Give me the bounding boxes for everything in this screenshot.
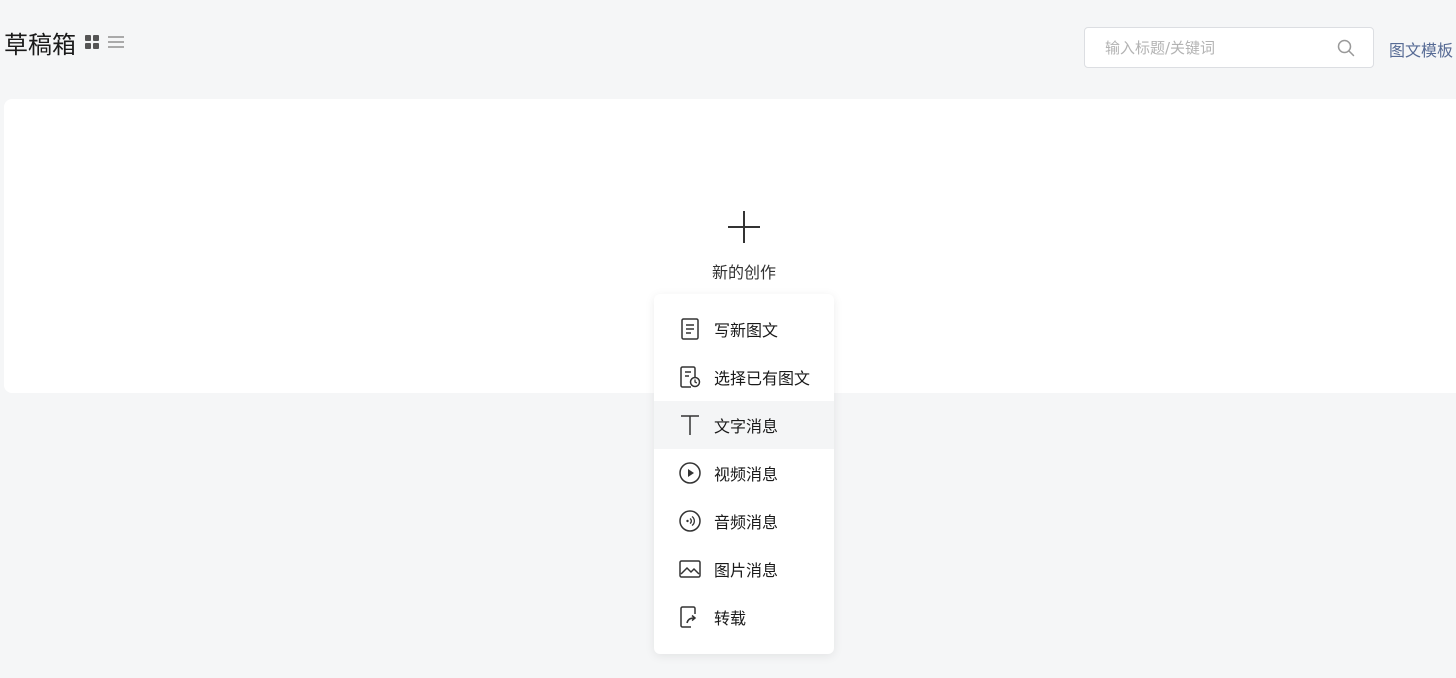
view-toggle — [84, 34, 124, 50]
create-dropdown-menu: 写新图文 选择已有图文 文字消息 视频消息 音频消息 图片消息 转载 — [654, 294, 834, 654]
menu-label: 文字消息 — [714, 417, 779, 436]
menu-label: 图片消息 — [714, 561, 779, 580]
play-circle-icon — [679, 461, 701, 485]
menu-item-new-article[interactable]: 写新图文 — [654, 305, 834, 353]
menu-label: 转载 — [714, 609, 747, 628]
menu-label: 写新图文 — [714, 321, 779, 340]
audio-circle-icon — [679, 509, 701, 533]
search-icon[interactable] — [1337, 39, 1355, 57]
title-bar: 草稿箱 — [4, 24, 124, 60]
plus-icon — [728, 211, 760, 243]
image-icon — [679, 557, 701, 581]
menu-item-video-message[interactable]: 视频消息 — [654, 449, 834, 497]
menu-label: 视频消息 — [714, 465, 779, 484]
menu-item-repost[interactable]: 转载 — [654, 593, 834, 641]
share-icon — [679, 605, 701, 629]
search-box — [1084, 27, 1374, 68]
template-link[interactable]: 图文模板 — [1389, 37, 1453, 61]
search-input[interactable] — [1103, 37, 1327, 58]
document-icon — [679, 317, 701, 341]
list-view-icon[interactable] — [108, 34, 124, 50]
grid-view-icon[interactable] — [84, 34, 100, 50]
page-title: 草稿箱 — [4, 30, 76, 59]
text-icon — [679, 413, 701, 437]
document-clock-icon — [679, 365, 701, 389]
menu-item-image-message[interactable]: 图片消息 — [654, 545, 834, 593]
menu-item-audio-message[interactable]: 音频消息 — [654, 497, 834, 545]
menu-item-text-message[interactable]: 文字消息 — [654, 401, 834, 449]
new-creation-label: 新的创作 — [711, 263, 776, 282]
menu-item-existing-article[interactable]: 选择已有图文 — [654, 353, 834, 401]
menu-label: 音频消息 — [714, 513, 779, 532]
menu-label: 选择已有图文 — [714, 369, 811, 388]
new-creation[interactable]: 新的创作 — [704, 209, 784, 283]
